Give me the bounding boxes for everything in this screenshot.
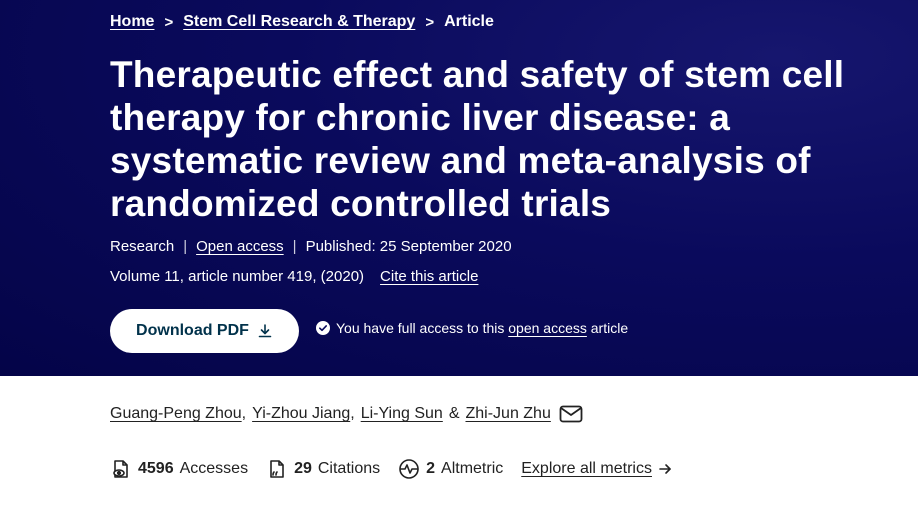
citations-metric: 29 Citations: [266, 458, 380, 480]
breadcrumb-journal-link[interactable]: Stem Cell Research & Therapy: [183, 13, 415, 31]
breadcrumb-separator-icon: >: [425, 13, 435, 31]
article-metrics: 4596 Accesses 29 Citations 2 Altmetric E…: [110, 458, 672, 480]
explore-metrics-link[interactable]: Explore all metrics: [521, 460, 672, 478]
explore-metrics-label: Explore all metrics: [521, 460, 652, 477]
article-title: Therapeutic effect and safety of stem ce…: [110, 54, 845, 224]
eye-document-icon: [113, 460, 128, 478]
cite-this-article-link[interactable]: Cite this article: [380, 268, 478, 285]
download-pdf-label: Download PDF: [136, 322, 249, 339]
accesses-count: 4596: [138, 460, 174, 477]
breadcrumb-separator-icon: >: [164, 13, 174, 31]
altmetric-score: 2: [426, 460, 436, 477]
quote-document-icon: [270, 460, 284, 478]
article-type: Research: [110, 238, 175, 255]
altmetric-pulse-icon: [399, 459, 419, 479]
download-icon: [258, 324, 272, 338]
download-pdf-button[interactable]: Download PDF: [110, 309, 299, 353]
altmetric-label: Altmetric: [441, 460, 504, 477]
author-and: &: [448, 405, 460, 422]
article-citation-line: Volume 11, article number 419, (2020) Ci…: [110, 268, 858, 285]
author-link[interactable]: Yi-Zhou Jiang: [252, 405, 350, 423]
breadcrumb-home-link[interactable]: Home: [110, 13, 154, 31]
author-link[interactable]: Li-Ying Sun: [361, 405, 443, 423]
citations-label: Citations: [317, 460, 381, 477]
author-separator: ,: [241, 405, 247, 422]
check-circle-icon: [316, 321, 330, 335]
open-access-link[interactable]: Open access: [196, 238, 284, 255]
published-date: Published: 25 September 2020: [305, 238, 512, 255]
accesses-label: Accesses: [179, 460, 249, 477]
envelope-icon[interactable]: [559, 405, 583, 423]
altmetric-metric: 2 Altmetric: [398, 458, 503, 480]
accesses-metric: 4596 Accesses: [110, 458, 248, 480]
access-note-suffix: article: [590, 320, 629, 336]
access-note: You have full access to this open access…: [316, 320, 628, 336]
author-link[interactable]: Zhi-Jun Zhu: [465, 405, 550, 423]
arrow-right-icon: [659, 464, 671, 474]
breadcrumb-current: Article: [444, 13, 494, 30]
citations-count: 29: [294, 460, 312, 477]
author-list: Guang-Peng Zhou, Yi-Zhou Jiang, Li-Ying …: [110, 405, 583, 423]
article-meta-line: Research | Open access | Published: 25 S…: [110, 238, 858, 255]
access-note-prefix: You have full access to this: [336, 320, 505, 336]
author-separator: ,: [350, 405, 355, 422]
breadcrumb: Home > Stem Cell Research & Therapy > Ar…: [110, 10, 858, 34]
access-note-link[interactable]: open access: [508, 320, 587, 336]
article-header: Home > Stem Cell Research & Therapy > Ar…: [0, 0, 918, 376]
meta-divider: |: [292, 238, 297, 255]
volume-info: Volume 11, article number 419, (2020): [110, 268, 365, 285]
meta-divider: |: [183, 238, 188, 255]
author-link[interactable]: Guang-Peng Zhou: [110, 405, 242, 423]
